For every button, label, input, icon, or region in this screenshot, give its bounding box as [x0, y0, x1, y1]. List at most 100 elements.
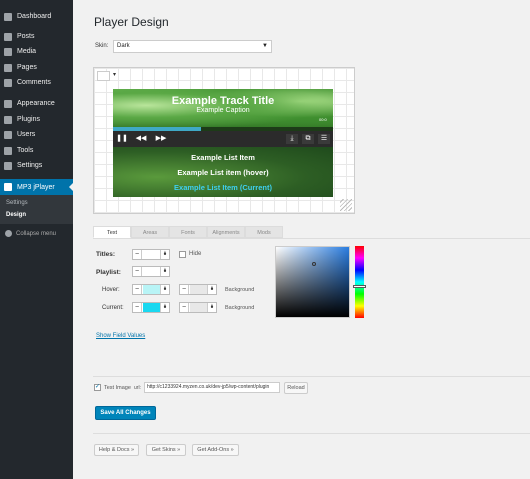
color-picker-area[interactable] — [275, 246, 350, 318]
minus-icon[interactable]: − — [133, 250, 142, 259]
sidebar-item-dashboard[interactable]: Dashboard — [0, 9, 73, 24]
sidebar-item-users[interactable]: Users — [0, 127, 73, 142]
sidebar-item-label: Plugins — [17, 116, 40, 123]
hue-slider-handle[interactable] — [353, 285, 366, 288]
sidebar-item-appearance[interactable]: Appearance — [0, 96, 73, 111]
show-field-values-link[interactable]: Show Field Values — [96, 333, 145, 339]
submenu-item-settings[interactable]: Settings — [6, 200, 28, 206]
get-skins-button[interactable]: Get Skins » — [146, 444, 186, 456]
submenu-item-design[interactable]: Design — [6, 212, 26, 218]
background-swatch-button[interactable] — [97, 71, 110, 81]
dropper-icon[interactable]: 🌢 — [160, 303, 169, 312]
tab-text[interactable]: Text — [93, 226, 131, 238]
playlist: Example List Item Example List item (hov… — [113, 147, 333, 197]
dropper-icon[interactable]: 🌢 — [160, 285, 169, 294]
playlist-color-field[interactable]: − 🌢 — [132, 266, 170, 277]
sidebar-item-comments[interactable]: Comments — [0, 75, 73, 90]
hue-slider[interactable] — [355, 246, 364, 318]
chevron-down-icon[interactable]: ▾ — [113, 71, 116, 78]
sidebar-item-pages[interactable]: Pages — [0, 60, 73, 75]
color-value[interactable] — [143, 303, 160, 312]
sidebar-item-posts[interactable]: Posts — [0, 29, 73, 44]
skin-label: Skin: — [95, 43, 109, 49]
dropper-icon[interactable]: 🌢 — [160, 250, 169, 259]
playlist-icon[interactable]: ☰ — [318, 134, 330, 144]
skin-value: Dark — [117, 43, 130, 49]
current-background-label: Background — [225, 305, 255, 311]
sidebar-item-label: Dashboard — [17, 13, 52, 20]
hover-background-label: Background — [225, 287, 255, 293]
sidebar-item-media[interactable]: Media — [0, 44, 73, 59]
tab-divider — [93, 238, 530, 239]
test-image-checkbox[interactable]: ✓ — [94, 384, 101, 391]
resize-handle[interactable] — [340, 199, 352, 211]
sidebar-item-settings[interactable]: Settings — [0, 158, 73, 173]
reload-button[interactable]: Reload — [284, 382, 308, 394]
minus-icon[interactable]: − — [133, 303, 142, 312]
list-item[interactable]: Example List Item — [113, 153, 333, 162]
hover-label: Hover: — [102, 287, 120, 293]
minus-icon[interactable]: − — [180, 285, 189, 294]
dropper-icon[interactable]: 🌢 — [160, 267, 169, 276]
tab-fonts[interactable]: Fonts — [169, 226, 207, 238]
design-tabs: Text Areas Fonts Alignments Mods — [93, 226, 283, 238]
color-picker-handle[interactable] — [312, 262, 316, 266]
download-icon[interactable]: ⤓ — [286, 134, 298, 144]
previous-icon[interactable]: ◀◀ — [135, 134, 147, 144]
plug-icon — [4, 115, 12, 124]
page-title: Player Design — [94, 15, 169, 29]
tab-areas[interactable]: Areas — [131, 226, 169, 238]
save-all-changes-button[interactable]: Save All Changes — [95, 406, 156, 420]
help-docs-button[interactable]: Help & Docs » — [94, 444, 139, 456]
hover-color-field[interactable]: − 🌢 — [132, 284, 170, 295]
player-controls: ❚❚ ◀◀ ▶▶ ⤓ ⧉ ☰ — [113, 131, 333, 147]
color-value[interactable] — [190, 285, 207, 294]
wrench-icon — [4, 146, 12, 155]
color-value[interactable] — [190, 303, 207, 312]
sidebar-submenu: Settings Design — [0, 195, 73, 224]
playlist-label: Playlist: — [96, 269, 121, 276]
list-item-current[interactable]: Example List Item (Current) — [113, 183, 333, 192]
settings-icon — [4, 161, 12, 170]
dropper-icon[interactable]: 🌢 — [207, 285, 216, 294]
current-background-field[interactable]: − 🌢 — [179, 302, 217, 313]
divider — [93, 433, 530, 434]
brush-icon — [4, 99, 12, 108]
active-menu-arrow — [69, 182, 74, 192]
pause-icon[interactable]: ❚❚ — [116, 134, 128, 144]
media-icon — [4, 47, 12, 56]
current-label: Current: — [102, 305, 124, 311]
tab-mods[interactable]: Mods — [245, 226, 283, 238]
collapse-icon — [5, 230, 12, 237]
sidebar-item-plugins[interactable]: Plugins — [0, 112, 73, 127]
minus-icon[interactable]: − — [133, 285, 142, 294]
minus-icon[interactable]: − — [133, 267, 142, 276]
color-value[interactable] — [143, 250, 160, 259]
collapse-menu-button[interactable]: Collapse menu — [0, 227, 73, 240]
divider — [93, 376, 530, 377]
minus-icon[interactable]: − — [180, 303, 189, 312]
test-image-url-input[interactable]: http://c1233924.myzen.co.uk/dev-jp5/wp-c… — [144, 382, 280, 393]
hover-background-field[interactable]: − 🌢 — [179, 284, 217, 295]
sidebar-item-label: Settings — [17, 162, 43, 169]
get-addons-button[interactable]: Get Add-Ons » — [192, 444, 239, 456]
color-value[interactable] — [143, 267, 160, 276]
next-icon[interactable]: ▶▶ — [155, 134, 167, 144]
sidebar-item-mp3-jplayer[interactable]: MP3 jPlayer — [0, 179, 73, 195]
titles-color-field[interactable]: − 🌢 — [132, 249, 170, 260]
dropper-icon[interactable]: 🌢 — [207, 303, 216, 312]
color-value[interactable] — [143, 285, 160, 294]
chevron-down-icon: ▼ — [262, 43, 268, 49]
list-item-hover[interactable]: Example List item (hover) — [113, 168, 333, 177]
hide-checkbox[interactable] — [179, 251, 186, 258]
page-icon — [4, 63, 12, 72]
sidebar-item-label: Media — [17, 48, 37, 55]
popout-icon[interactable]: ⧉ — [302, 134, 314, 144]
sidebar-item-tools[interactable]: Tools — [0, 143, 73, 158]
current-color-field[interactable]: − 🌢 — [132, 302, 170, 313]
user-icon — [4, 130, 12, 139]
tab-alignments[interactable]: Alignments — [207, 226, 245, 238]
titles-label: Titles: — [96, 251, 116, 258]
dashboard-icon — [4, 12, 12, 21]
skin-select[interactable]: Dark ▼ — [113, 40, 272, 53]
